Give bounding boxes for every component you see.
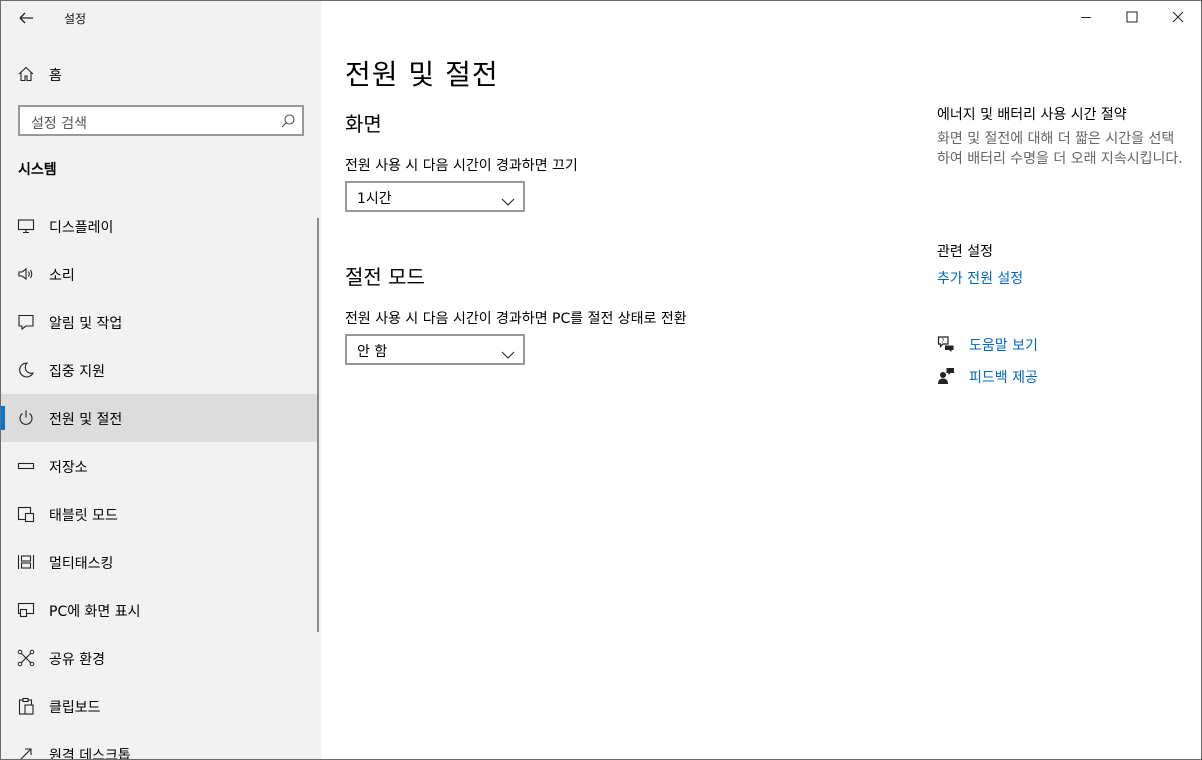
sidebar-item-label: 태블릿 모드 bbox=[49, 508, 118, 524]
sidebar-item-label: 디스플레이 bbox=[49, 220, 114, 236]
project-icon bbox=[17, 601, 35, 619]
settings-window: 설정 홈 설정 검색 시스템 디스플레이 소리 알림 및 작업 집중 지원 전원… bbox=[0, 0, 1202, 760]
sleep-timeout-label: 전원 사용 시 다음 시간이 경과하면 PC를 절전 상태로 전환 bbox=[345, 311, 687, 327]
app-title: 설정 bbox=[64, 12, 87, 26]
sleep-timeout-value: 안 함 bbox=[357, 344, 388, 360]
sidebar-item-storage[interactable]: 저장소 bbox=[1, 442, 317, 490]
sidebar-item-label: 소리 bbox=[49, 268, 75, 284]
monitor-icon bbox=[17, 217, 35, 235]
sidebar-item-label: PC에 화면 표시 bbox=[49, 604, 141, 620]
sleep-heading: 절전 모드 bbox=[345, 265, 425, 289]
sidebar-item-power-sleep[interactable]: 전원 및 절전 bbox=[1, 394, 317, 442]
tablet-icon bbox=[17, 505, 35, 523]
window-controls bbox=[1063, 1, 1201, 33]
screen-heading: 화면 bbox=[345, 112, 382, 136]
sidebar-item-home[interactable]: 홈 bbox=[1, 59, 321, 89]
sidebar-nav: 디스플레이 소리 알림 및 작업 집중 지원 전원 및 절전 저장소 태블릿 모… bbox=[1, 202, 317, 760]
tip-description: 화면 및 절전에 대해 더 짧은 시간을 선택하여 배터리 수명을 더 오래 지… bbox=[937, 131, 1183, 167]
home-label: 홈 bbox=[49, 68, 62, 84]
storage-icon bbox=[17, 457, 35, 475]
related-settings-heading: 관련 설정 bbox=[937, 244, 993, 260]
sidebar-item-label: 멀티태스킹 bbox=[49, 556, 114, 572]
search-input[interactable]: 설정 검색 bbox=[18, 105, 304, 136]
sidebar-item-notifications[interactable]: 알림 및 작업 bbox=[1, 298, 317, 346]
notification-icon bbox=[17, 313, 35, 331]
sidebar-scrollbar[interactable] bbox=[317, 218, 319, 632]
screen-timeout-dropdown[interactable]: 1시간 bbox=[345, 181, 525, 212]
home-icon bbox=[17, 65, 35, 83]
help-chat-icon: ? bbox=[937, 335, 955, 353]
svg-text:?: ? bbox=[941, 338, 944, 345]
sidebar-item-remote-desktop[interactable]: 원격 데스크톱 bbox=[1, 730, 317, 760]
get-help-label: 도움말 보기 bbox=[969, 338, 1038, 354]
sidebar-item-shared-experiences[interactable]: 공유 환경 bbox=[1, 634, 317, 682]
give-feedback-link[interactable]: 피드백 제공 bbox=[937, 365, 1137, 389]
feedback-icon bbox=[937, 367, 955, 385]
remote-desktop-icon bbox=[17, 745, 35, 759]
search-placeholder: 설정 검색 bbox=[31, 116, 87, 132]
title-bar: 설정 bbox=[1, 1, 321, 35]
page-title: 전원 및 절전 bbox=[345, 58, 499, 91]
clipboard-icon bbox=[17, 697, 35, 715]
sidebar-item-focus-assist[interactable]: 집중 지원 bbox=[1, 346, 317, 394]
close-icon bbox=[1172, 11, 1184, 23]
sidebar-item-label: 저장소 bbox=[49, 460, 88, 476]
share-icon bbox=[17, 649, 35, 667]
speaker-icon bbox=[17, 265, 35, 283]
multitasking-icon bbox=[17, 553, 35, 571]
chevron-down-icon bbox=[501, 192, 515, 206]
sidebar-item-label: 집중 지원 bbox=[49, 364, 105, 380]
give-feedback-label: 피드백 제공 bbox=[969, 370, 1038, 386]
close-button[interactable] bbox=[1155, 1, 1201, 33]
sidebar-item-label: 원격 데스크톱 bbox=[49, 748, 131, 760]
sidebar-item-label: 클립보드 bbox=[49, 700, 101, 716]
sidebar-item-clipboard[interactable]: 클립보드 bbox=[1, 682, 317, 730]
maximize-icon bbox=[1126, 11, 1138, 23]
get-help-link[interactable]: ? 도움말 보기 bbox=[937, 333, 1137, 357]
additional-power-settings-link[interactable]: 추가 전원 설정 bbox=[937, 268, 1023, 288]
search-icon bbox=[280, 113, 296, 129]
sleep-timeout-dropdown[interactable]: 안 함 bbox=[345, 334, 525, 365]
sidebar-item-display[interactable]: 디스플레이 bbox=[1, 202, 317, 250]
sidebar-item-label: 알림 및 작업 bbox=[49, 316, 123, 332]
moon-icon bbox=[17, 361, 35, 379]
back-button[interactable] bbox=[13, 5, 39, 31]
tip-title: 에너지 및 배터리 사용 시간 절약 bbox=[937, 107, 1127, 123]
minimize-button[interactable] bbox=[1063, 1, 1109, 33]
minimize-icon bbox=[1081, 17, 1091, 18]
chevron-down-icon bbox=[501, 345, 515, 359]
sidebar-item-sound[interactable]: 소리 bbox=[1, 250, 317, 298]
section-label-system: 시스템 bbox=[18, 162, 57, 178]
back-arrow-icon bbox=[19, 12, 33, 24]
sidebar-item-label: 공유 환경 bbox=[49, 652, 105, 668]
sidebar-item-tablet-mode[interactable]: 태블릿 모드 bbox=[1, 490, 317, 538]
maximize-button[interactable] bbox=[1109, 1, 1155, 33]
sidebar-item-multitasking[interactable]: 멀티태스킹 bbox=[1, 538, 317, 586]
screen-timeout-label: 전원 사용 시 다음 시간이 경과하면 끄기 bbox=[345, 158, 578, 174]
main-content: 전원 및 절전 화면 전원 사용 시 다음 시간이 경과하면 끄기 1시간 절전… bbox=[321, 1, 1201, 759]
sidebar: 설정 홈 설정 검색 시스템 디스플레이 소리 알림 및 작업 집중 지원 전원… bbox=[1, 1, 321, 759]
sidebar-item-project-to-pc[interactable]: PC에 화면 표시 bbox=[1, 586, 317, 634]
screen-timeout-value: 1시간 bbox=[357, 191, 392, 207]
sidebar-item-label: 전원 및 절전 bbox=[49, 412, 123, 428]
power-icon bbox=[17, 409, 35, 427]
